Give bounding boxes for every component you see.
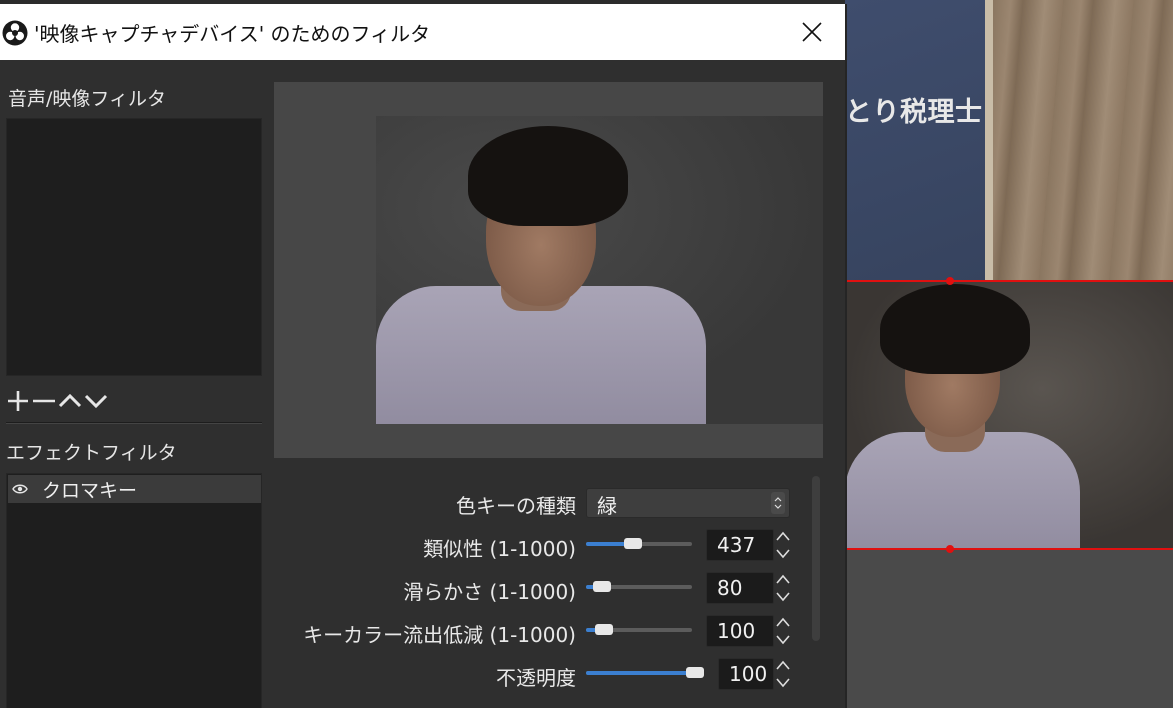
resize-handle-bottom[interactable] [946, 545, 954, 553]
eye-icon[interactable] [12, 483, 28, 495]
slider-handle[interactable] [592, 581, 611, 592]
smoothness-input[interactable]: 80 [706, 572, 774, 604]
smoothness-label: 滑らかさ (1-1000) [403, 580, 576, 604]
properties-scrollbar[interactable] [812, 476, 820, 641]
chevron-up-icon[interactable] [774, 572, 792, 587]
add-filter-button[interactable] [6, 387, 30, 413]
key-color-type-row: 色キーの種類 緑 [274, 486, 810, 522]
smoothness-row: 滑らかさ (1-1000) 80 [274, 572, 810, 608]
plus-icon [8, 391, 28, 411]
spill-reduction-value: 100 [717, 619, 756, 643]
smoothness-value: 80 [717, 576, 743, 600]
filters-dialog: '映像キャプチャデバイス' のためのフィルタ 音声/映像フィルタ エフェクトフィ… [0, 4, 845, 708]
slider-handle[interactable] [624, 538, 643, 549]
title-bar[interactable]: '映像キャプチャデバイス' のためのフィルタ [0, 4, 845, 60]
chevron-down-icon [84, 394, 108, 409]
screen: とり税理士 '映像キャプチャデバイス' のためのフィルタ 音声/映像フィルタ エ… [0, 0, 1173, 708]
opacity-slider[interactable] [586, 667, 704, 678]
key-color-type-select[interactable]: 緑 [586, 488, 790, 518]
selection-border-top [845, 280, 1173, 282]
spill-reduction-stepper[interactable] [774, 615, 792, 647]
effect-filters-list[interactable]: クロマキー [6, 473, 262, 708]
opacity-value: 100 [729, 662, 768, 686]
spill-reduction-slider[interactable] [586, 624, 692, 635]
spill-reduction-input[interactable]: 100 [706, 615, 774, 647]
chevron-up-icon[interactable] [774, 529, 792, 544]
window-title: '映像キャプチャデバイス' のためのフィルタ [34, 22, 431, 46]
poster-image: とり税理士 [845, 0, 993, 282]
filter-preview [274, 82, 823, 458]
obs-logo-icon [2, 20, 28, 46]
filters-toolbar [6, 387, 262, 415]
close-button[interactable] [790, 14, 834, 50]
chevron-up-icon[interactable] [774, 615, 792, 630]
wood-wall [993, 0, 1173, 282]
audio-video-filters-label: 音声/映像フィルタ [8, 88, 167, 110]
similarity-label: 類似性 (1-1000) [423, 537, 576, 561]
opacity-row: 不透明度 100 [274, 658, 810, 694]
move-filter-up-button[interactable] [58, 387, 82, 413]
person-image [376, 116, 823, 424]
similarity-stepper[interactable] [774, 529, 792, 561]
smoothness-slider[interactable] [586, 581, 692, 592]
preview-video [376, 116, 823, 424]
chevron-down-icon[interactable] [774, 589, 792, 604]
chevron-up-icon[interactable] [774, 658, 792, 673]
chevron-up-icon [58, 393, 82, 408]
obs-preview-canvas[interactable]: とり税理士 [0, 0, 1173, 708]
minus-icon [33, 399, 55, 403]
smoothness-stepper[interactable] [774, 572, 792, 604]
filter-item-chroma-key[interactable]: クロマキー [8, 475, 261, 503]
slider-handle[interactable] [594, 624, 613, 635]
similarity-row: 類似性 (1-1000) 437 [274, 529, 810, 565]
audio-video-filters-list[interactable] [6, 118, 262, 376]
move-filter-down-button[interactable] [84, 387, 108, 413]
dialog-edge [845, 4, 847, 708]
selection-border-bottom [845, 548, 1173, 550]
spill-reduction-label: キーカラー流出低減 (1-1000) [303, 623, 576, 647]
effect-filters-label: エフェクトフィルタ [6, 442, 177, 464]
person-image [845, 282, 1173, 549]
spill-reduction-row: キーカラー流出低減 (1-1000) 100 [274, 615, 810, 651]
opacity-stepper[interactable] [774, 658, 792, 690]
similarity-slider[interactable] [586, 538, 692, 549]
poster-text: とり税理士 [845, 97, 983, 128]
chevron-up-down-icon [771, 492, 785, 514]
chevron-down-icon[interactable] [774, 632, 792, 647]
camera-source[interactable] [845, 282, 1173, 549]
key-color-type-value: 緑 [597, 494, 617, 518]
filter-properties: 色キーの種類 緑 類似性 (1-1000) 437 滑らかさ (1-1000) … [274, 470, 810, 708]
close-icon [802, 22, 822, 42]
resize-handle-top[interactable] [946, 277, 954, 285]
slider-handle[interactable] [686, 667, 704, 678]
key-color-type-label: 色キーの種類 [456, 494, 576, 518]
section-divider [6, 422, 262, 424]
chevron-down-icon[interactable] [774, 675, 792, 690]
chevron-down-icon[interactable] [774, 546, 792, 561]
remove-filter-button[interactable] [32, 387, 56, 413]
opacity-label: 不透明度 [496, 666, 576, 690]
opacity-input[interactable]: 100 [718, 658, 774, 690]
similarity-value: 437 [717, 533, 756, 557]
filter-item-label: クロマキー [42, 480, 138, 502]
similarity-input[interactable]: 437 [706, 529, 774, 561]
